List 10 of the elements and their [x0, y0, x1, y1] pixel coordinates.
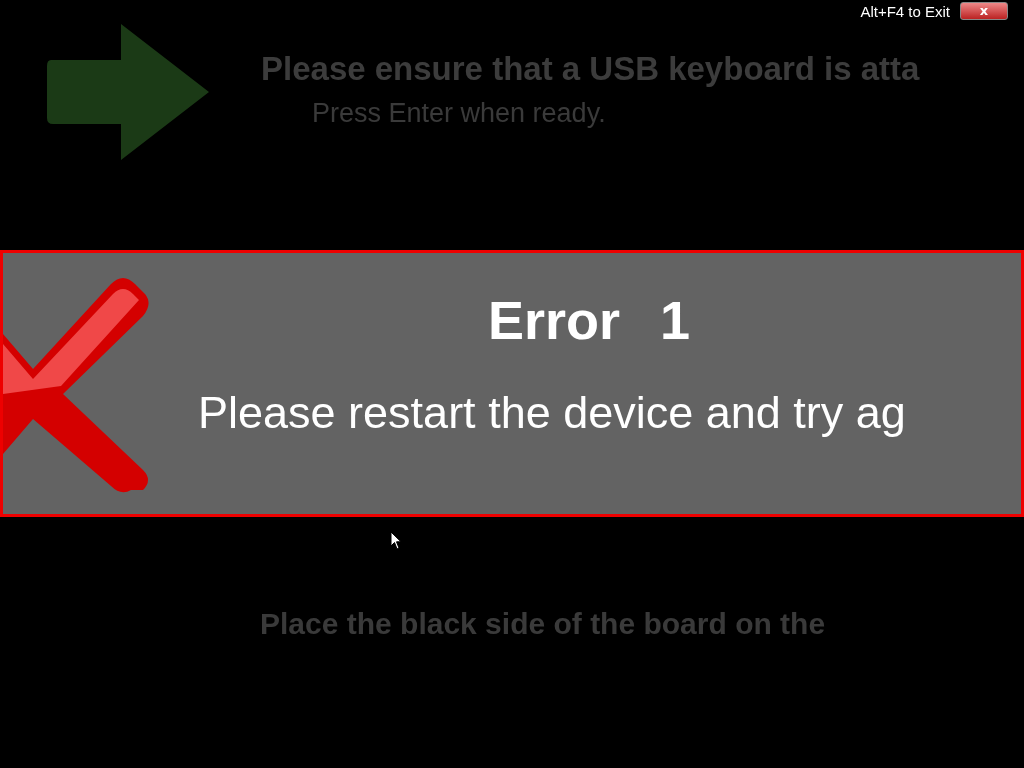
close-button[interactable]: x — [960, 2, 1008, 20]
exit-hint: Alt+F4 to Exit — [860, 2, 950, 20]
step-title: Please ensure that a USB keyboard is atta — [261, 50, 920, 88]
step-subtitle: Press Enter when ready. — [312, 98, 607, 129]
arrow-icon — [45, 22, 211, 162]
error-code: 1 — [660, 289, 691, 350]
mouse-pointer-icon — [390, 531, 402, 550]
step-title: Place the black side of the board on the — [260, 607, 827, 641]
error-title: Error — [488, 289, 621, 350]
error-message: Please restart the device and try ag — [198, 386, 907, 439]
